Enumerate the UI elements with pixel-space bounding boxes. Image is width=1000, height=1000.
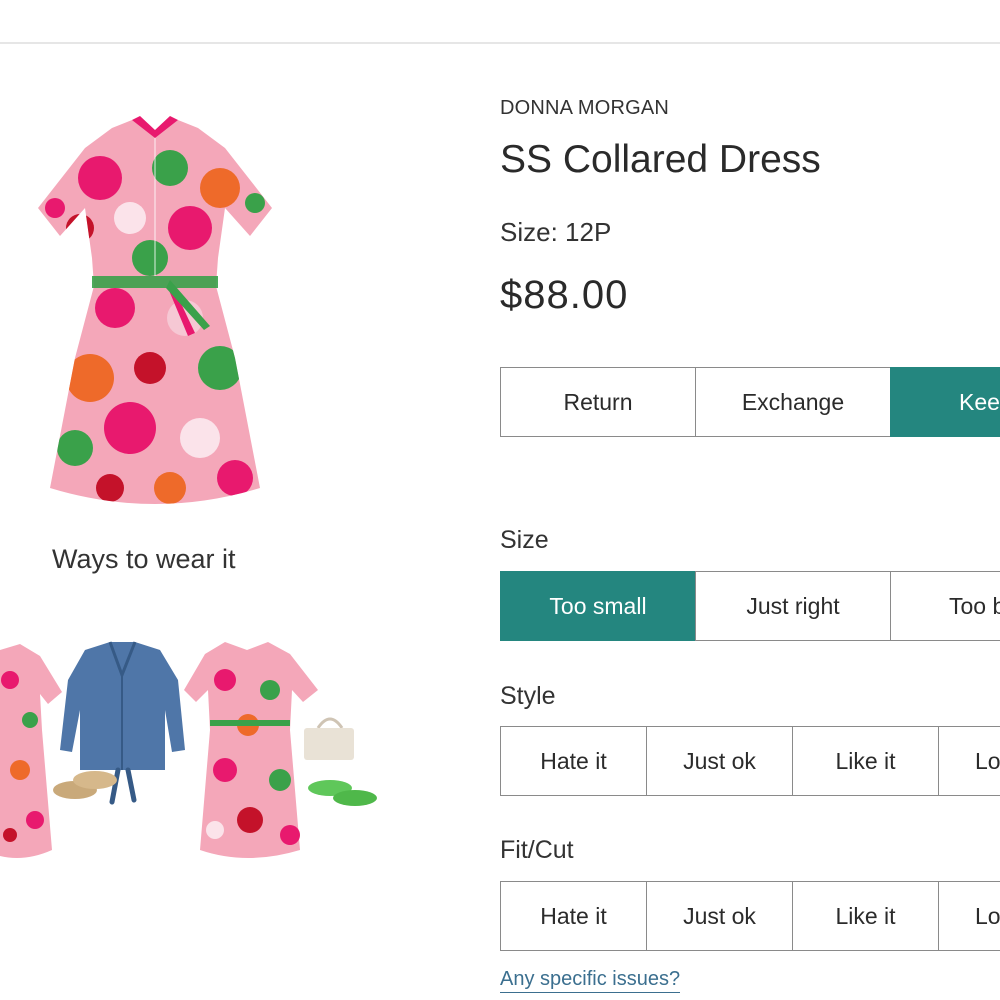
size-just-right-button[interactable]: Just right bbox=[695, 571, 891, 641]
style-love-it-button[interactable]: Love it bbox=[938, 726, 1000, 796]
style-like-it-button[interactable]: Like it bbox=[792, 726, 939, 796]
fit-just-ok-button[interactable]: Just ok bbox=[646, 881, 793, 951]
style-just-ok-button[interactable]: Just ok bbox=[646, 726, 793, 796]
brand-name: DONNA MORGAN bbox=[500, 97, 670, 119]
ways-to-wear-heading: Ways to wear it bbox=[52, 544, 236, 574]
fit-like-it-button[interactable]: Like it bbox=[792, 881, 939, 951]
fit-feedback-label: Fit/Cut bbox=[500, 836, 574, 864]
exchange-button[interactable]: Exchange bbox=[695, 367, 891, 437]
fit-love-it-button[interactable]: Love it bbox=[938, 881, 1000, 951]
ways-to-wear-image[interactable] bbox=[0, 620, 400, 890]
style-rating-selector: Hate it Just ok Like it Love it bbox=[500, 726, 1000, 796]
fit-rating-selector: Hate it Just ok Like it Love it bbox=[500, 881, 1000, 951]
size-too-big-button[interactable]: Too big bbox=[890, 571, 1000, 641]
product-price: $88.00 bbox=[500, 273, 629, 317]
product-title: SS Collared Dress bbox=[500, 138, 821, 181]
fit-hate-it-button[interactable]: Hate it bbox=[500, 881, 647, 951]
size-feedback-label: Size bbox=[500, 526, 549, 554]
specific-issues-link[interactable]: Any specific issues? bbox=[500, 968, 681, 993]
size-too-small-button[interactable]: Too small bbox=[500, 571, 696, 641]
style-feedback-label: Style bbox=[500, 682, 556, 710]
return-button[interactable]: Return bbox=[500, 367, 696, 437]
style-hate-it-button[interactable]: Hate it bbox=[500, 726, 647, 796]
size-feedback-selector: Too small Just right Too big bbox=[500, 571, 1000, 641]
product-size: Size: 12P bbox=[500, 217, 612, 247]
product-image bbox=[38, 116, 272, 504]
decision-selector: Return Exchange Keep bbox=[500, 367, 1000, 437]
keep-button[interactable]: Keep bbox=[890, 367, 1000, 437]
header-divider bbox=[0, 42, 1000, 44]
